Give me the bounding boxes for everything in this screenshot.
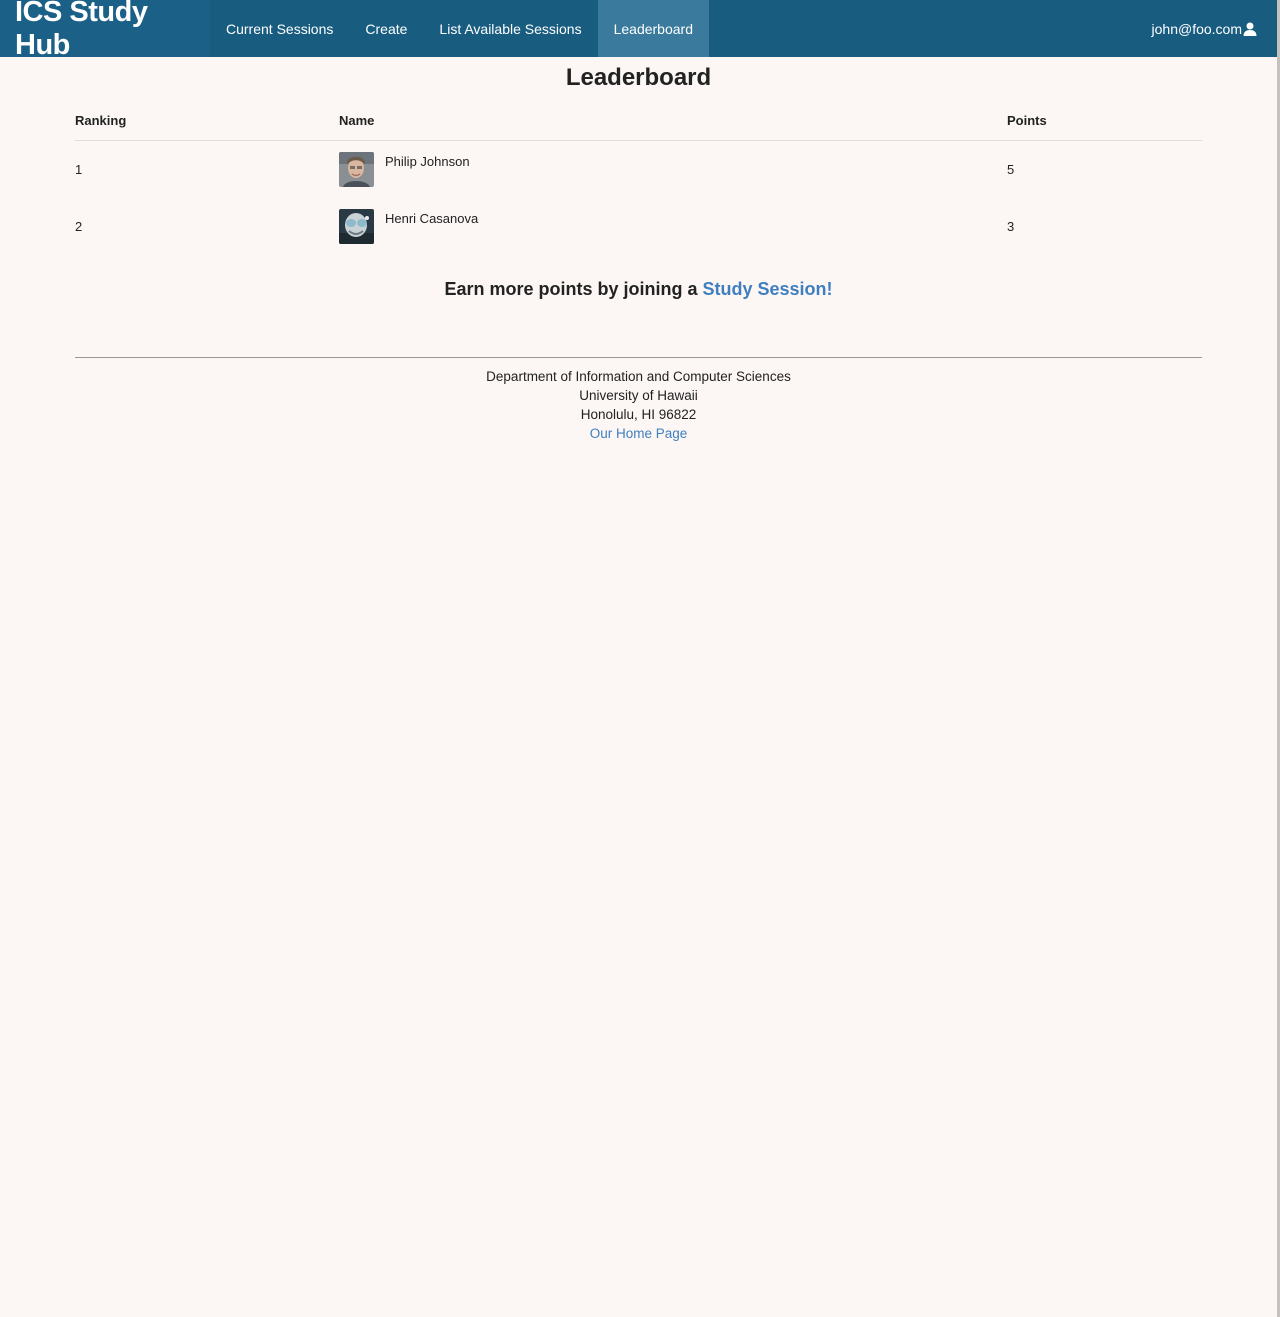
page-title: Leaderboard xyxy=(565,64,712,91)
ranking-cell: 2 xyxy=(75,219,83,234)
table-row: 2 Henri Casanova 3 xyxy=(75,198,1202,255)
earn-points-text: Earn more points by joining a xyxy=(444,279,703,299)
avatar xyxy=(339,152,374,187)
user-icon xyxy=(1243,22,1257,36)
footer-address: Honolulu, HI 96822 xyxy=(580,407,697,422)
nav-leaderboard[interactable]: Leaderboard xyxy=(597,0,709,57)
table-row: 1 Philip Johnson 5 xyxy=(75,141,1202,198)
points-cell: 5 xyxy=(1007,162,1015,177)
leaderboard-table: Ranking Name Points 1 Philip Johnson 5 2… xyxy=(75,100,1202,255)
header-ranking: Ranking xyxy=(75,112,127,128)
home-page-link[interactable]: Our Home Page xyxy=(590,426,688,441)
avatar xyxy=(339,209,374,244)
study-session-link[interactable]: Study Session! xyxy=(703,279,833,299)
top-navbar: ICS Study Hub Current Sessions Create Li… xyxy=(0,0,1277,61)
nav-list-available-sessions[interactable]: List Available Sessions xyxy=(423,0,597,57)
name-cell: Philip Johnson xyxy=(339,152,1007,187)
user-menu[interactable]: john@foo.com xyxy=(1152,0,1277,57)
header-points: Points xyxy=(1007,112,1047,128)
name-cell: Henri Casanova xyxy=(339,209,1007,244)
ranking-cell: 1 xyxy=(75,162,83,177)
user-email: john@foo.com xyxy=(1151,20,1242,37)
header-name: Name xyxy=(339,112,375,128)
brand-logo[interactable]: ICS Study Hub xyxy=(0,0,210,61)
footer-department: Department of Information and Computer S… xyxy=(486,369,791,384)
footer-divider xyxy=(75,357,1202,358)
player-name: Philip Johnson xyxy=(385,154,470,169)
footer: Department of Information and Computer S… xyxy=(0,367,1277,443)
earn-points-message: Earn more points by joining a Study Sess… xyxy=(0,279,1277,300)
nav-current-sessions[interactable]: Current Sessions xyxy=(210,0,349,57)
nav-create[interactable]: Create xyxy=(349,0,423,57)
points-cell: 3 xyxy=(1007,219,1015,234)
player-name: Henri Casanova xyxy=(385,211,479,226)
table-header: Ranking Name Points xyxy=(75,100,1202,141)
footer-university: University of Hawaii xyxy=(579,388,698,403)
